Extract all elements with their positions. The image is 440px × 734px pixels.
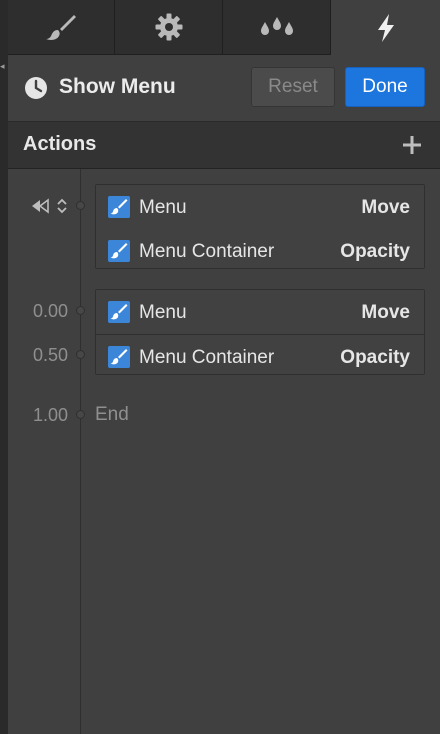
brush-checkbox-icon[interactable]	[108, 196, 130, 218]
timed-action-group: Menu Move Menu Container Opacity	[95, 289, 425, 375]
action-type: Move	[361, 197, 410, 218]
tab-style[interactable]	[8, 0, 115, 55]
done-button[interactable]: Done	[345, 67, 425, 107]
action-type: Move	[361, 302, 410, 323]
action-timeline: Menu Move Menu Container Opacity 0.00 0.…	[8, 169, 440, 734]
rewind-icon[interactable]	[30, 198, 50, 214]
interaction-title[interactable]: Show Menu	[59, 74, 176, 100]
actions-label: Actions	[23, 133, 97, 155]
end-label: End	[95, 404, 129, 425]
clock-icon	[25, 77, 47, 99]
time-label: 1.00	[32, 405, 68, 425]
action-type: Opacity	[340, 241, 410, 262]
action-row[interactable]: Menu Container Opacity	[96, 334, 424, 379]
timeline-dot	[76, 201, 85, 210]
panel-tabs	[8, 0, 440, 55]
interactions-panel: ◂ Show Menu Reset Done Actions Menu Move…	[0, 0, 440, 734]
interaction-header: Show Menu Reset Done	[8, 55, 440, 121]
timeline-dot	[76, 350, 85, 359]
action-row[interactable]: Menu Move	[96, 185, 424, 229]
tab-interactions[interactable]	[331, 0, 440, 55]
action-target: Menu	[139, 302, 187, 323]
trigger-action-group: Menu Move Menu Container Opacity	[95, 184, 425, 269]
timeline-dot	[76, 410, 85, 419]
reset-button[interactable]: Reset	[251, 67, 335, 107]
lightning-icon	[377, 13, 394, 42]
actions-header: Actions	[8, 121, 440, 169]
timeline-dot	[76, 306, 85, 315]
action-type: Opacity	[340, 347, 410, 368]
brush-icon	[46, 15, 76, 40]
action-target: Menu Container	[139, 241, 275, 262]
tab-swatches[interactable]	[223, 0, 331, 55]
updown-icon[interactable]	[56, 197, 68, 215]
drops-icon	[260, 17, 293, 35]
action-row[interactable]: Menu Move	[96, 290, 424, 334]
action-target: Menu	[139, 197, 187, 218]
plus-icon[interactable]	[402, 135, 422, 155]
brush-checkbox-icon[interactable]	[108, 240, 130, 262]
action-target: Menu Container	[139, 347, 275, 368]
time-label: 0.50	[32, 345, 68, 365]
tab-settings[interactable]	[115, 0, 223, 55]
gear-icon	[155, 13, 182, 41]
action-row[interactable]: Menu Container Opacity	[96, 229, 424, 273]
brush-checkbox-icon[interactable]	[108, 346, 130, 368]
timeline-line	[80, 169, 81, 734]
brush-checkbox-icon[interactable]	[108, 301, 130, 323]
time-label: 0.00	[32, 301, 68, 321]
collapse-caret-icon[interactable]: ◂	[0, 62, 5, 71]
